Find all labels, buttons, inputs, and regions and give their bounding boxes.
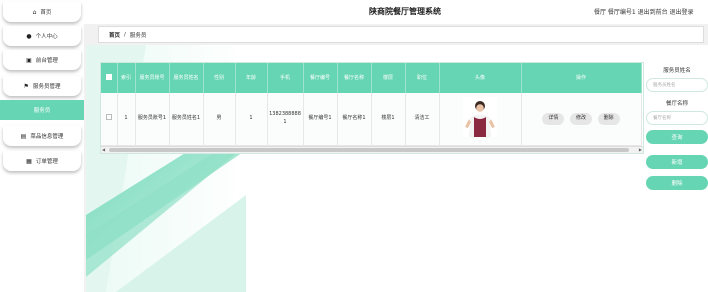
- search-button[interactable]: 查询: [646, 130, 708, 144]
- sidebar-item-waiter-mgmt[interactable]: ⚑ 服务员管理: [3, 76, 81, 96]
- table-header: 餐厅编号: [303, 63, 338, 93]
- table-header: 操作: [521, 63, 642, 93]
- clipboard-icon: ▣: [26, 56, 32, 64]
- table-header: 楼层: [371, 63, 406, 93]
- search-name-label: 服务员姓名: [663, 68, 691, 74]
- table-header-row: 索引 服务员账号 服务员姓名 性别 年龄 手机 餐厅编号 餐厅名称 楼层 职位 …: [101, 63, 642, 93]
- table-header: 服务员姓名: [169, 63, 204, 93]
- table-header: 餐厅名称: [337, 63, 372, 93]
- cell-floor: 楼层1: [371, 93, 406, 146]
- cell-account: 服务员账号1: [135, 93, 170, 146]
- sidebar-item-dish[interactable]: ▤ 菜品信息管理: [3, 126, 81, 146]
- sidebar-item-label: 服务员: [33, 108, 51, 114]
- search-restaurant-input[interactable]: 餐厅名称: [646, 111, 708, 125]
- cell-actions: 详情 修改 删除: [521, 93, 642, 146]
- sidebar-item-label: 首页: [40, 10, 52, 16]
- breadcrumb-home[interactable]: 首页: [109, 31, 120, 39]
- home-icon: ⌂: [32, 8, 37, 16]
- edit-button[interactable]: 修改: [569, 113, 592, 125]
- cell-restaurant-no: 餐厅编号1: [303, 93, 338, 146]
- row-checkbox[interactable]: [105, 114, 112, 120]
- table-header: 职位: [405, 63, 440, 93]
- sidebar-item-label: 个人中心: [35, 34, 58, 40]
- sidebar-item-waiter[interactable]: 服务员: [0, 100, 84, 120]
- user-info[interactable]: 餐厅 餐厅编号1 退出到前台 退出登录: [594, 7, 694, 16]
- grid-icon: ▦: [26, 157, 32, 165]
- cell-index: 1: [117, 93, 136, 146]
- horizontal-scrollbar[interactable]: ◀ ▶: [101, 146, 643, 153]
- scroll-left-icon[interactable]: ◀: [102, 147, 105, 152]
- sidebar-item-profile[interactable]: ● 个人中心: [3, 26, 81, 46]
- table-row[interactable]: 1 服务员账号1 服务员姓名1 男 1 13823888881 餐厅编号1 餐厅…: [101, 93, 642, 146]
- flag-icon: ⚑: [23, 82, 29, 90]
- breadcrumb: 首页 / 服务员: [98, 26, 704, 43]
- sidebar-item-orders[interactable]: ▦ 订单管理: [3, 151, 81, 171]
- delete-row-button[interactable]: 删除: [597, 113, 620, 125]
- sidebar-item-label: 菜品信息管理: [30, 134, 64, 140]
- sidebar-item-home[interactable]: ⌂ 首页: [3, 2, 81, 22]
- scroll-right-icon[interactable]: ▶: [639, 147, 642, 152]
- detail-button[interactable]: 详情: [542, 113, 565, 125]
- sidebar-item-label: 订单管理: [35, 159, 58, 165]
- table-header: 服务员账号: [135, 63, 170, 93]
- header: 陕商院餐厅管理系统 餐厅 餐厅编号1 退出到前台 退出登录: [84, 0, 708, 24]
- sidebar-item-label: 前台管理: [35, 58, 58, 64]
- batch-delete-button[interactable]: 删除: [646, 176, 708, 190]
- row-select[interactable]: [101, 93, 118, 146]
- header-select-all[interactable]: [101, 63, 118, 93]
- table-header: 年龄: [235, 63, 268, 93]
- table-header: 手机: [267, 63, 304, 93]
- avatar-image: [463, 97, 497, 137]
- user-icon: ●: [26, 32, 32, 40]
- cell-restaurant-name: 餐厅名称1: [337, 93, 372, 146]
- breadcrumb-separator: /: [124, 31, 126, 38]
- table-header: 索引: [117, 63, 136, 93]
- breadcrumb-current: 服务员: [129, 32, 147, 39]
- table-header: 头像: [439, 63, 522, 93]
- cell-avatar: [439, 93, 522, 146]
- add-button[interactable]: 新增: [646, 155, 708, 169]
- cell-position: 清洁工: [405, 93, 440, 146]
- scrollbar-thumb[interactable]: [109, 148, 629, 152]
- table-header: 性别: [203, 63, 236, 93]
- select-all-checkbox[interactable]: [105, 73, 112, 80]
- sidebar-item-front[interactable]: ▣ 前台管理: [3, 50, 81, 70]
- sidebar: ⌂ 首页 ● 个人中心 ▣ 前台管理 ⚑ 服务员管理 服务员 ▤ 菜品信息管理 …: [0, 0, 84, 292]
- app-title: 陕商院餐厅管理系统: [369, 7, 441, 16]
- sidebar-item-label: 服务员管理: [32, 84, 61, 90]
- cell-age: 1: [235, 93, 268, 146]
- search-name-input[interactable]: 服务员姓名: [646, 78, 708, 92]
- cell-phone: 13823888881: [267, 93, 304, 146]
- chart-icon: ▤: [20, 132, 27, 140]
- cell-name: 服务员姓名1: [169, 93, 204, 146]
- data-table: 索引 服务员账号 服务员姓名 性别 年龄 手机 餐厅编号 餐厅名称 楼层 职位 …: [100, 62, 644, 154]
- cell-gender: 男: [203, 93, 236, 146]
- search-restaurant-label: 餐厅名称: [665, 101, 688, 107]
